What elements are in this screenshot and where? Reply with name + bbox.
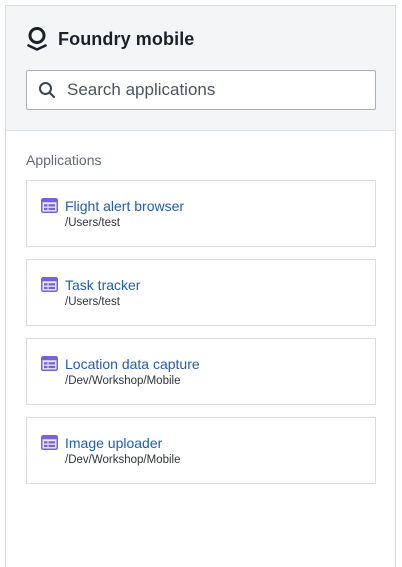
application-card[interactable]: Flight alert browser /Users/test [26,180,376,247]
application-card[interactable]: Task tracker /Users/test [26,259,376,326]
application-path: /Users/test [65,217,120,229]
palantir-logo-icon [26,26,48,52]
workshop-app-icon [41,435,58,450]
applications-section-label: Applications [26,152,102,168]
app-title: Foundry mobile [58,28,195,49]
application-card[interactable]: Location data capture /Dev/Workshop/Mobi… [26,338,376,405]
search-box[interactable] [26,70,376,110]
application-list: Flight alert browser /Users/test Task tr… [26,180,376,496]
workshop-app-icon [41,277,58,292]
application-name-link[interactable]: Flight alert browser [65,198,184,214]
mobile-app-frame: Foundry mobile Applications [5,5,396,567]
application-name-link[interactable]: Image uploader [65,435,162,451]
application-name-link[interactable]: Task tracker [65,277,140,293]
application-path: /Users/test [65,296,120,308]
workshop-app-icon [41,198,58,213]
application-card[interactable]: Image uploader /Dev/Workshop/Mobile [26,417,376,484]
brand: Foundry mobile [26,25,194,53]
search-input[interactable] [67,80,357,100]
header: Foundry mobile [6,6,395,131]
search-icon [38,81,56,99]
application-path: /Dev/Workshop/Mobile [65,454,181,466]
application-name-link[interactable]: Location data capture [65,356,200,372]
application-path: /Dev/Workshop/Mobile [65,375,181,387]
workshop-app-icon [41,356,58,371]
